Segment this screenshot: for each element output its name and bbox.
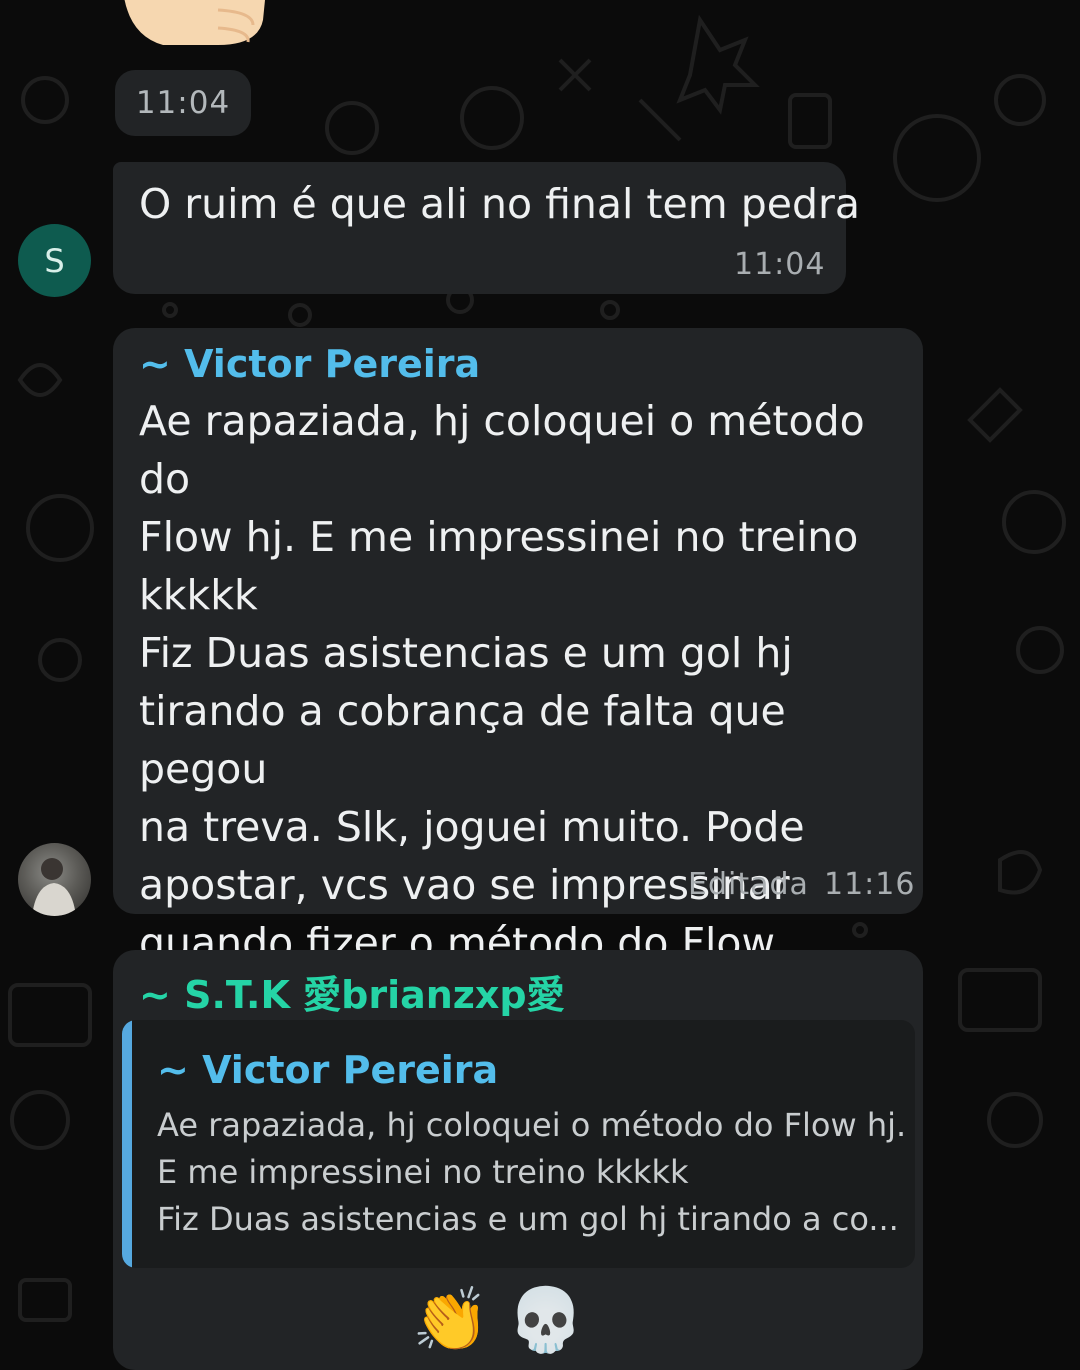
avatar-initial: S [44,241,65,280]
message-line: kkkkk [139,571,258,619]
avatar[interactable]: S [18,224,91,297]
sender-name[interactable]: ~ S.T.K 愛brianzxp愛 [139,964,565,1019]
quoted-sender-name: ~ Victor Pereira [157,1048,499,1092]
message-line: na treva. Slk, joguei muito. Pode [139,803,805,851]
avatar-photo-icon [32,858,76,916]
quoted-line: Ae rapaziada, hj coloquei o método do Fl… [157,1106,907,1144]
message-line: Flow hj. E me impressinei no treino [139,513,859,561]
message-line: tirando a cobrança de falta que pegou [139,687,786,793]
avatar[interactable] [18,843,91,916]
thumbs-up-icon [124,0,265,45]
message-time: 11:16 [824,867,916,902]
edited-label: Editada [688,867,809,902]
quote-bar [122,1020,132,1268]
message-time: 11:04 [135,85,231,121]
quoted-message[interactable]: ~ Victor Pereira Ae rapaziada, hj coloqu… [122,1020,915,1268]
message-time-chip: 11:04 [115,70,251,136]
quoted-text: Ae rapaziada, hj coloquei o método do Fl… [157,1102,906,1243]
message-text: O ruim é que ali no final tem pedra [139,180,860,228]
quoted-line: Fiz Duas asistencias e um gol hj tirando… [157,1200,899,1238]
quoted-line: E me impressinei no treino kkkkk [157,1153,689,1191]
message-line: Fiz Duas asistencias e um gol hj [139,629,793,677]
message-time: 11:04 [734,247,826,282]
message-meta: Editada 11:16 [688,867,915,902]
emoji-message: 👏💀 [412,1283,603,1356]
sender-name[interactable]: ~ Victor Pereira [139,342,480,386]
message-line: Ae rapaziada, hj coloquei o método do [139,397,865,503]
